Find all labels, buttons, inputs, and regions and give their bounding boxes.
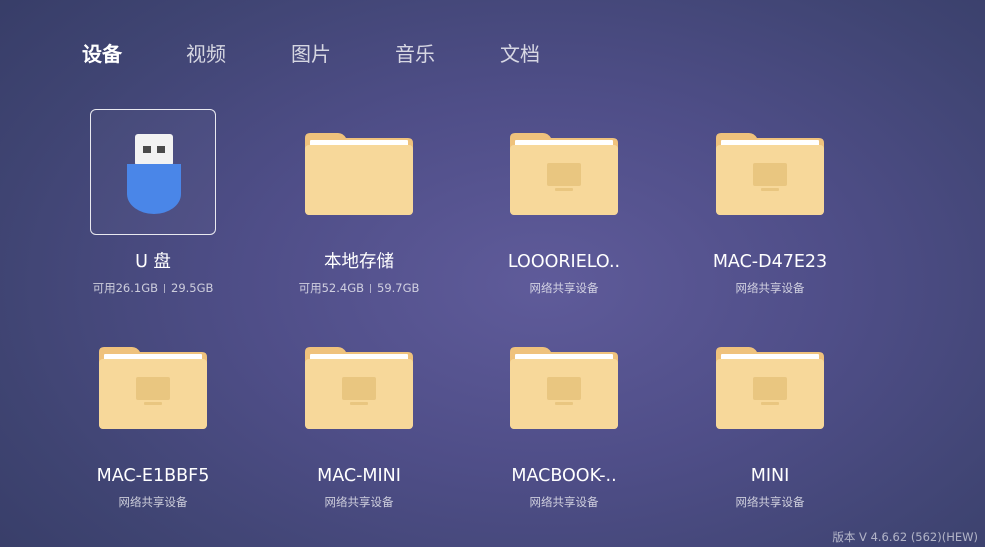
version-label: 版本 V 4.6.62 (562)(HEW) [832, 530, 978, 544]
device-name: MAC-D47E23 [712, 252, 828, 272]
network-folder-icon [501, 323, 627, 449]
available-space: 可用26.1GB [92, 281, 158, 295]
device-type: 网络共享设备 [735, 281, 805, 295]
tab-devices[interactable]: 设备 [82, 38, 122, 70]
network-folder-icon [296, 323, 422, 449]
divider [370, 284, 371, 293]
device-type: 网络共享设备 [529, 495, 599, 509]
device-name: MINI [750, 466, 790, 486]
tab-pictures[interactable]: 图片 [291, 38, 331, 70]
device-network-share[interactable]: MAC-MINI 网络共享设备 [256, 323, 456, 533]
tab-video[interactable]: 视频 [186, 38, 226, 70]
device-name: MACBOOK-.. [511, 466, 617, 486]
device-name: U 盘 [135, 252, 171, 272]
divider [164, 284, 165, 293]
device-type: 网络共享设备 [118, 495, 188, 509]
device-network-share[interactable]: LOOORIELO.. 网络共享设备 [461, 109, 661, 319]
device-usb-drive[interactable]: U 盘 可用26.1GB 29.5GB [50, 109, 250, 319]
device-name: MAC-E1BBF5 [96, 466, 210, 486]
device-type: 网络共享设备 [735, 495, 805, 509]
tab-documents[interactable]: 文档 [500, 38, 540, 70]
network-folder-icon [501, 109, 627, 235]
network-folder-icon [90, 323, 216, 449]
device-name: 本地存储 [324, 252, 394, 272]
device-network-share[interactable]: MACBOOK-.. 网络共享设备 [461, 323, 661, 533]
network-folder-icon [707, 323, 833, 449]
total-space: 59.7GB [377, 281, 420, 295]
device-network-share[interactable]: MAC-E1BBF5 网络共享设备 [50, 323, 250, 533]
device-network-share[interactable]: MINI 网络共享设备 [667, 323, 867, 533]
total-space: 29.5GB [171, 281, 214, 295]
available-space: 可用52.4GB [298, 281, 364, 295]
device-local-storage[interactable]: 本地存储 可用52.4GB 59.7GB [256, 109, 456, 319]
device-type: 网络共享设备 [529, 281, 599, 295]
storage-info: 可用52.4GB 59.7GB [256, 279, 462, 297]
device-name: MAC-MINI [317, 466, 401, 486]
device-type: 网络共享设备 [324, 495, 394, 509]
device-network-share[interactable]: MAC-D47E23 网络共享设备 [667, 109, 867, 319]
folder-icon [296, 109, 422, 235]
usb-drive-icon [90, 109, 216, 235]
storage-info: 可用26.1GB 29.5GB [50, 279, 256, 297]
device-name: LOOORIELO.. [507, 252, 621, 272]
network-folder-icon [707, 109, 833, 235]
tab-music[interactable]: 音乐 [395, 38, 435, 70]
